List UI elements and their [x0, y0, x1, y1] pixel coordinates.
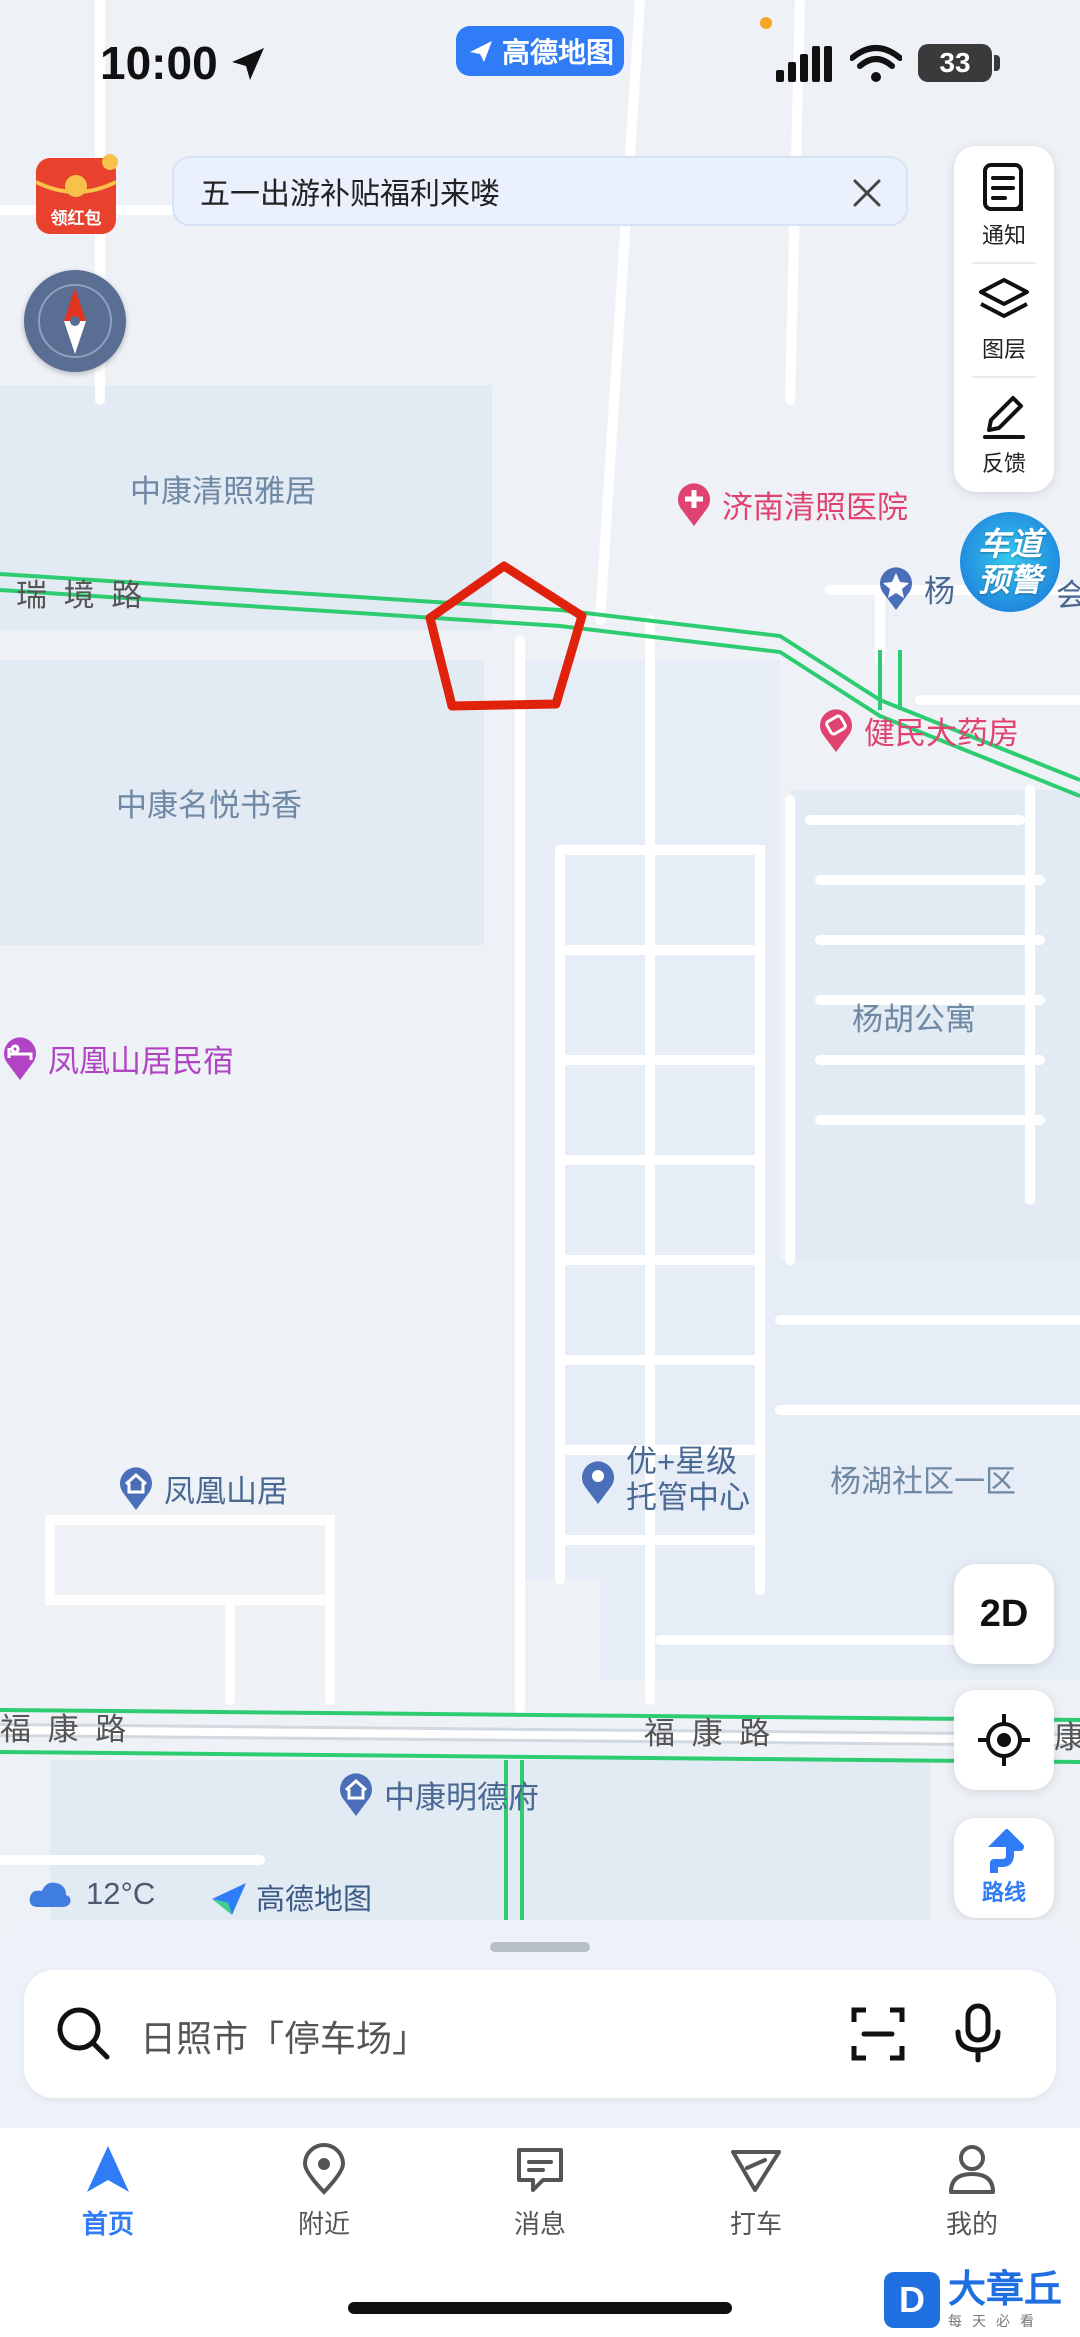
view-mode-button[interactable]: 2D [954, 1564, 1054, 1664]
route-button[interactable]: 路线 [954, 1818, 1054, 1918]
user-icon [949, 2145, 995, 2194]
search-icon [57, 2007, 110, 2060]
tab-messages[interactable]: 消息 [470, 2142, 610, 2252]
location-arrow-icon [232, 48, 264, 80]
notice-label: 通知 [981, 223, 1026, 248]
area-label[interactable]: 中康名悦书香 [116, 780, 302, 825]
compass-needle-icon [38, 284, 112, 358]
dzh-subtitle: 每天必看 [948, 2312, 1044, 2329]
poi-label: 健民大药房 [864, 715, 1019, 751]
cellular-signal-icon [776, 46, 832, 82]
privacy-indicator-dot [760, 17, 772, 29]
location-pin-icon [582, 1461, 614, 1504]
route-arrow-icon [988, 1829, 1024, 1873]
map-tools-panel: 通知 图层 反馈 [954, 146, 1054, 492]
battery-tip [994, 55, 1000, 71]
battery-level: 33 [918, 44, 992, 82]
message-icon [517, 2148, 563, 2192]
tab-label: 附近 [297, 2209, 350, 2239]
feedback-icon [983, 396, 1025, 439]
poi-label: 凤凰山居民宿 [48, 1043, 234, 1079]
area-label[interactable]: 杨湖社区一区 [830, 1456, 1016, 1501]
poi-pharmacy[interactable]: 健民大药房 [816, 706, 1019, 754]
residence-pin-icon [340, 1773, 372, 1816]
lane-warning-line1: 车道 [977, 526, 1042, 562]
tab-label: 首页 [81, 2209, 134, 2239]
locate-button[interactable] [954, 1690, 1054, 1790]
layers-icon [979, 278, 1029, 318]
hospital-pin-icon [678, 483, 710, 526]
search-bar[interactable]: 日照市「停车场」 [24, 1970, 1056, 2098]
road-label: 康 [1054, 1720, 1080, 1755]
road-label: 福 康 路 [0, 1712, 131, 1747]
dzh-logo: D [884, 2271, 940, 2328]
road-label: 瑞 境 路 [16, 578, 147, 613]
lane-warning-badge[interactable]: 车道 预警 [960, 512, 1060, 612]
amap-logo-icon [469, 41, 492, 62]
tab-label: 我的 [945, 2209, 998, 2239]
amap-logo-icon [212, 1883, 246, 1915]
compass-button[interactable] [24, 270, 126, 372]
tab-label: 打车 [729, 2209, 782, 2239]
corner-watermark: D 大章丘 每天必看 [878, 2262, 1080, 2337]
scan-icon[interactable] [850, 2006, 906, 2062]
red-packet-label: 领红包 [50, 209, 102, 228]
feedback-label: 反馈 [981, 451, 1026, 476]
poi-yang[interactable]: 杨 [876, 564, 955, 612]
search-placeholder[interactable]: 日照市「停车场」 [140, 2010, 428, 2062]
close-icon[interactable] [850, 176, 884, 210]
microphone-icon[interactable] [948, 2002, 1008, 2064]
navigation-arrow-icon [87, 2146, 129, 2192]
weather-temperature: 12°C [86, 1876, 156, 1911]
poi-label: 优+星级 [626, 1444, 738, 1479]
home-indicator[interactable] [348, 2302, 732, 2314]
road-label: 福 康 路 [644, 1716, 775, 1751]
locate-icon [978, 1714, 1030, 1766]
residence-pin-icon [120, 1467, 152, 1510]
star-pin-icon [880, 567, 912, 610]
app-pill-label: 高德地图 [501, 37, 614, 68]
promo-banner-text: 五一出游补贴福利来喽 [200, 178, 500, 211]
area-label[interactable]: 杨胡公寓 [852, 994, 976, 1039]
tab-nearby[interactable]: 附近 [254, 2142, 394, 2252]
amap-watermark-text: 高德地图 [256, 1884, 373, 1916]
tab-profile[interactable]: 我的 [902, 2142, 1042, 2252]
layers-label: 图层 [981, 337, 1026, 362]
area-label[interactable]: 中康清照雅居 [130, 466, 316, 511]
location-pin-icon [302, 2143, 346, 2195]
layers-button[interactable]: 图层 [954, 264, 1054, 374]
feedback-button[interactable]: 反馈 [954, 378, 1054, 488]
promo-banner[interactable]: 五一出游补贴福利来喽 [172, 156, 908, 226]
app-back-pill[interactable]: 高德地图 [456, 26, 624, 76]
amap-watermark: 高德地图 [210, 1876, 372, 1918]
route-label: 路线 [981, 1880, 1026, 1905]
dzh-title: 大章丘 [948, 2268, 1063, 2311]
poi-label: 济南清照医院 [722, 489, 908, 525]
tab-home[interactable]: 首页 [38, 2142, 178, 2252]
poi-label: 杨 [924, 573, 955, 609]
notice-button[interactable]: 通知 [954, 150, 1054, 260]
poi-hospital[interactable]: 济南清照医院 [674, 480, 908, 528]
poi-label: 会 [1056, 578, 1080, 613]
tab-label: 消息 [513, 2209, 566, 2239]
weather-widget[interactable]: 12°C [28, 1876, 155, 1912]
wifi-icon [850, 45, 902, 82]
poi-fenghuang[interactable]: 凤凰山居 [116, 1464, 288, 1512]
poi-label: 托管中心 [626, 1480, 750, 1515]
poi-hui[interactable]: 会 [1056, 570, 1080, 615]
poi-daycare[interactable]: 优+星级 托管中心 [578, 1444, 750, 1516]
hotel-pin-icon [4, 1037, 36, 1080]
poi-label: 中康明德府 [384, 1779, 539, 1815]
poi-mingde[interactable]: 中康明德府 [336, 1770, 539, 1818]
status-time: 10:00 [100, 37, 218, 89]
poi-homestay[interactable]: 凤凰山居民宿 [0, 1034, 234, 1082]
notice-icon [983, 163, 1023, 211]
pharmacy-pin-icon [820, 709, 852, 752]
taxi-icon [731, 2150, 781, 2192]
tab-taxi[interactable]: 打车 [686, 2142, 826, 2252]
poi-label: 凤凰山居 [164, 1473, 288, 1509]
sheet-grabber[interactable] [490, 1942, 590, 1952]
lane-warning-line2: 预警 [977, 562, 1042, 598]
cloud-icon [29, 1882, 71, 1907]
